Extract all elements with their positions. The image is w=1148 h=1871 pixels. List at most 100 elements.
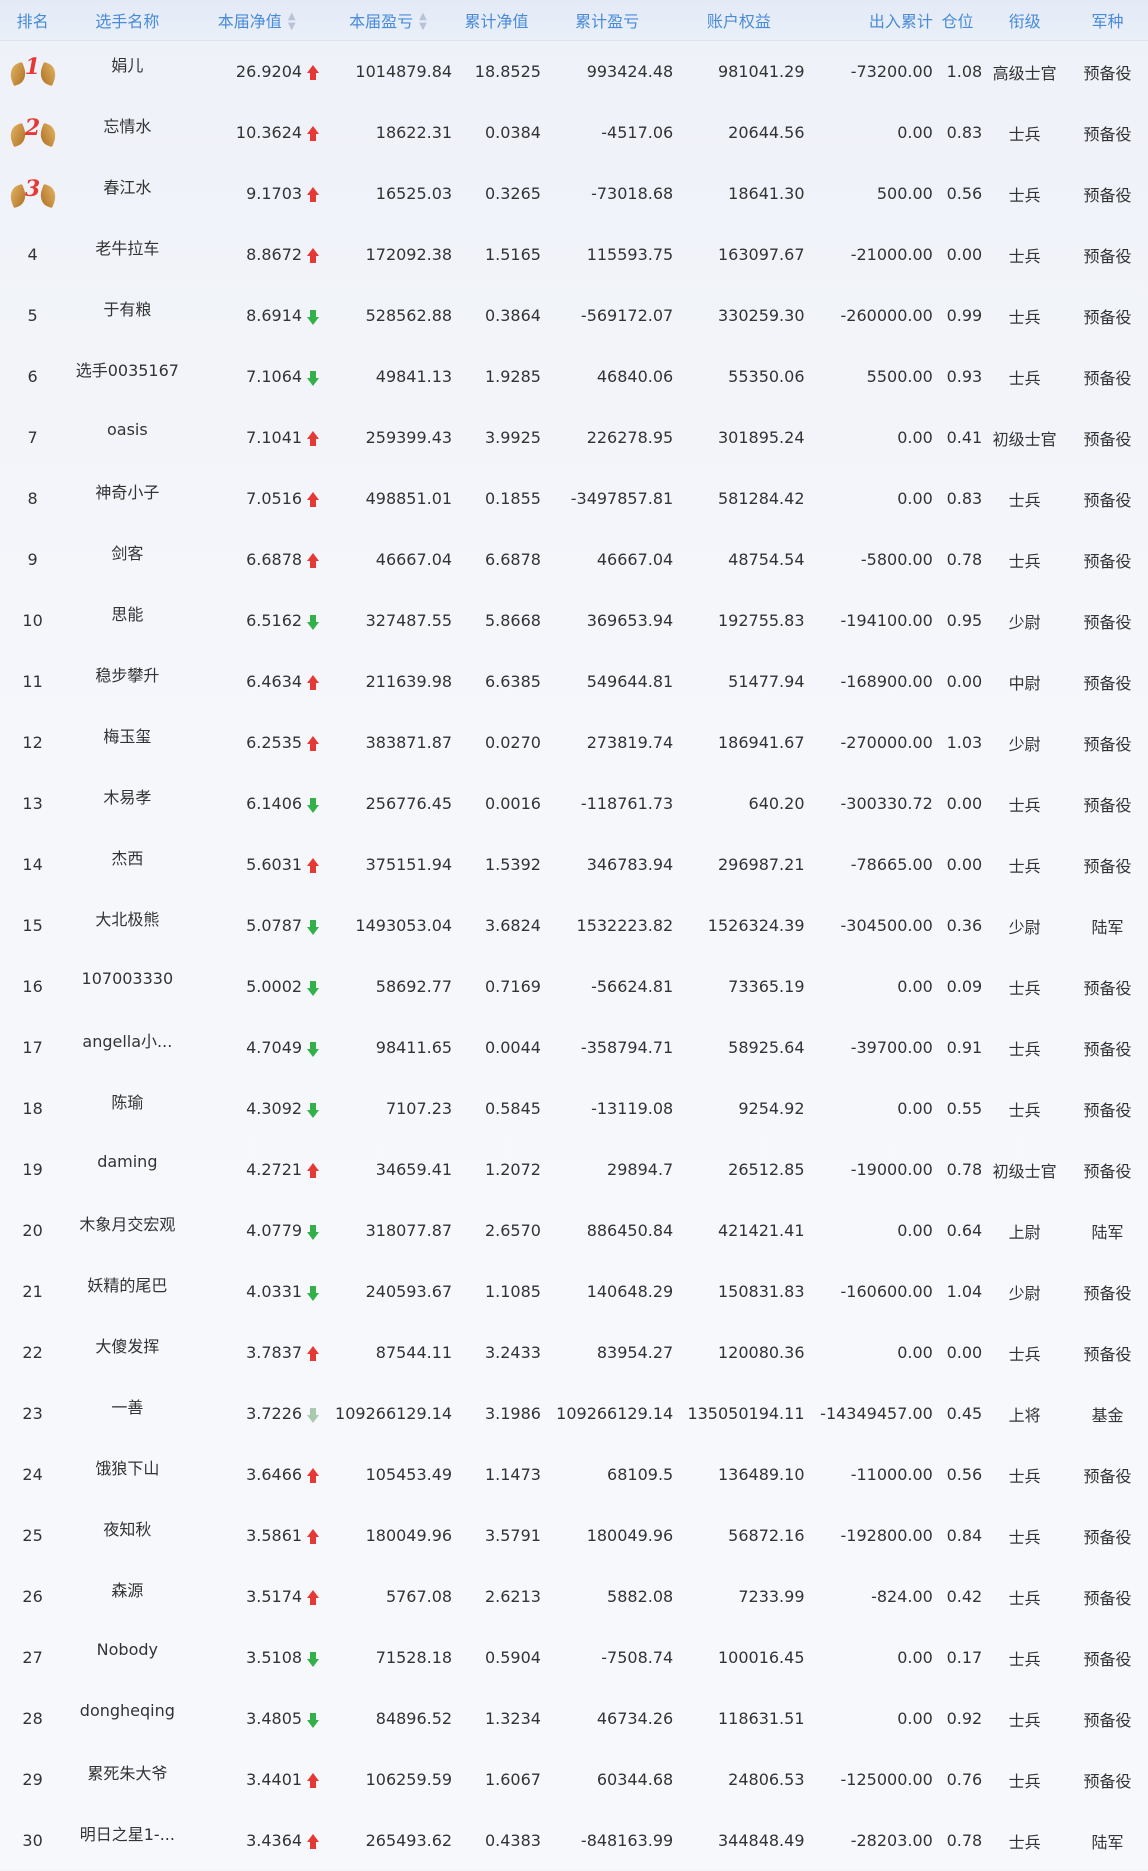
header-flow[interactable]: 出入累计: [805, 8, 933, 32]
player-name-link[interactable]: 大傻发挥: [65, 1333, 189, 1357]
player-name-link[interactable]: daming: [65, 1152, 189, 1171]
table-row[interactable]: 1 娟儿 26.9204 1014879.84 18.8525 993424.48 9810…: [0, 41, 1148, 102]
player-name-link[interactable]: 稳步攀升: [65, 662, 189, 686]
flow-cell: 500.00: [876, 184, 933, 203]
table-row[interactable]: 11 稳步攀升 6.4634 211639.98 6.6385 549644.81 5147…: [0, 651, 1148, 712]
total-nav-cell: 3.5791: [484, 1526, 541, 1545]
player-name-link[interactable]: 选手0035167: [65, 357, 189, 381]
level-cell: 士兵: [1008, 1649, 1041, 1669]
player-name-link[interactable]: dongheqing: [65, 1701, 189, 1720]
table-row[interactable]: 3 春江水 9.1703 16525.03 0.3265 -73018.68 18641.3…: [0, 163, 1148, 224]
sort-icon[interactable]: ▲ ▼: [288, 12, 296, 32]
player-name-link[interactable]: 107003330: [65, 969, 189, 988]
table-row[interactable]: 26 森源 3.5174 5767.08 2.6213 5882.08 7233.99 -82…: [0, 1566, 1148, 1627]
table-row[interactable]: 27 Nobody 3.5108 71528.18 0.5904 -7508.74 1000…: [0, 1627, 1148, 1688]
header-total-pnl[interactable]: 累计盈亏: [541, 8, 673, 32]
current-pnl-cell: 105453.49: [365, 1465, 453, 1484]
header-position[interactable]: 仓位: [933, 8, 982, 32]
table-row[interactable]: 9 剑客 6.6878 46667.04 6.6878 46667.04 48754.54 -…: [0, 529, 1148, 590]
table-row[interactable]: 20 木象月交宏观 4.0779 318077.87 2.6570 886450.84 42…: [0, 1200, 1148, 1261]
player-name-link[interactable]: 木易孝: [65, 784, 189, 808]
player-name-link[interactable]: 于有粮: [65, 296, 189, 320]
medal-rank-number: 3: [24, 177, 41, 202]
player-name-link[interactable]: 一善: [65, 1394, 189, 1418]
table-row[interactable]: 12 梅玉玺 6.2535 383871.87 0.0270 273819.74 18694…: [0, 712, 1148, 773]
table-row[interactable]: 8 神奇小子 7.0516 498851.01 0.1855 -3497857.81 581…: [0, 468, 1148, 529]
total-nav-cell: 0.4383: [484, 1831, 541, 1850]
trend-cell: [302, 1221, 324, 1240]
table-row[interactable]: 28 dongheqing 3.4805 84896.52 1.3234 46734.26…: [0, 1688, 1148, 1749]
player-name-link[interactable]: 明日之星1-...: [65, 1821, 189, 1845]
total-pnl-cell: 273819.74: [586, 733, 674, 752]
table-row[interactable]: 13 木易孝 6.1406 256776.45 0.0016 -118761.73 640.…: [0, 773, 1148, 834]
table-row[interactable]: 18 陈瑜 4.3092 7107.23 0.5845 -13119.08 9254.92 0…: [0, 1078, 1148, 1139]
player-name-link[interactable]: 夜知秋: [65, 1516, 189, 1540]
player-name-link[interactable]: Nobody: [65, 1640, 189, 1659]
header-current-pnl[interactable]: 本届盈亏 ▲ ▼: [324, 8, 452, 33]
position-cell: 0.41: [946, 428, 983, 447]
player-name-link[interactable]: 娟儿: [65, 52, 189, 76]
flow-cell: -194100.00: [840, 611, 933, 630]
sort-icon[interactable]: ▲ ▼: [419, 12, 427, 32]
level-cell: 少尉: [1008, 917, 1041, 937]
header-name[interactable]: 选手名称: [65, 8, 189, 32]
player-name-link[interactable]: 陈瑜: [65, 1089, 189, 1113]
table-row[interactable]: 15 大北极熊 5.0787 1493053.04 3.6824 1532223.82 15…: [0, 895, 1148, 956]
player-name-link[interactable]: 忘情水: [65, 113, 189, 137]
player-name-link[interactable]: 杰西: [65, 845, 189, 869]
table-row[interactable]: 30 明日之星1-... 3.4364 265493.62 0.4383 -848163.…: [0, 1810, 1148, 1871]
player-name-link[interactable]: 梅玉玺: [65, 723, 189, 747]
table-row[interactable]: 23 一善 3.7226 109266129.14 3.1986 109266129.14…: [0, 1383, 1148, 1444]
trend-cell: [302, 1587, 324, 1606]
header-arm[interactable]: 军种: [1067, 8, 1148, 32]
player-name-link[interactable]: 森源: [65, 1577, 189, 1601]
flow-cell: -11000.00: [850, 1465, 933, 1484]
trend-cell: [302, 428, 324, 447]
player-name-link[interactable]: 神奇小子: [65, 479, 189, 503]
player-name-link[interactable]: 妖精的尾巴: [65, 1272, 189, 1296]
table-row[interactable]: 21 妖精的尾巴 4.0331 240593.67 1.1085 140648.29 150…: [0, 1261, 1148, 1322]
total-pnl-cell: 549644.81: [586, 672, 674, 691]
table-row[interactable]: 6 选手0035167 7.1064 49841.13 1.9285 46840.06 55…: [0, 346, 1148, 407]
player-name-link[interactable]: 饿狼下山: [65, 1455, 189, 1479]
table-row[interactable]: 10 思能 6.5162 327487.55 5.8668 369653.94 192755…: [0, 590, 1148, 651]
table-row[interactable]: 2 忘情水 10.3624 18622.31 0.0384 -4517.06 20644.5…: [0, 102, 1148, 163]
header-total-nav[interactable]: 累计净值: [452, 8, 541, 32]
table-row[interactable]: 19 daming 4.2721 34659.41 1.2072 29894.7 26512…: [0, 1139, 1148, 1200]
header-equity[interactable]: 账户权益: [673, 8, 804, 32]
header-total-pnl-label: 累计盈亏: [575, 12, 640, 31]
level-cell: 士兵: [1008, 246, 1041, 266]
table-row[interactable]: 22 大傻发挥 3.7837 87544.11 3.2433 83954.27 120080…: [0, 1322, 1148, 1383]
total-pnl-cell: -4517.06: [601, 123, 674, 142]
arrow-up-icon: [306, 674, 320, 691]
player-name-link[interactable]: 剑客: [65, 540, 189, 564]
table-row[interactable]: 16 107003330 5.0002 58692.77 0.7169 -56624.81…: [0, 956, 1148, 1017]
table-row[interactable]: 4 老牛拉车 8.8672 172092.38 1.5165 115593.75 16309…: [0, 224, 1148, 285]
player-name-link[interactable]: angella小...: [65, 1028, 189, 1052]
player-name-link[interactable]: oasis: [65, 420, 189, 439]
player-name-link[interactable]: 大北极熊: [65, 906, 189, 930]
table-row[interactable]: 17 angella小... 4.7049 98411.65 0.0044 -358794…: [0, 1017, 1148, 1078]
rank-number: 27: [22, 1648, 43, 1667]
total-pnl-cell: 46667.04: [596, 550, 674, 569]
player-name-link[interactable]: 思能: [65, 601, 189, 625]
table-row[interactable]: 5 于有粮 8.6914 528562.88 0.3864 -569172.07 33025…: [0, 285, 1148, 346]
trend-cell: [302, 1282, 324, 1301]
table-row[interactable]: 25 夜知秋 3.5861 180049.96 3.5791 180049.96 56872…: [0, 1505, 1148, 1566]
rank-cell: 19: [0, 1160, 65, 1179]
header-level[interactable]: 衔级: [982, 8, 1067, 32]
player-name-link[interactable]: 木象月交宏观: [65, 1211, 189, 1235]
total-nav-cell: 1.1085: [484, 1282, 541, 1301]
player-name-link[interactable]: 春江水: [65, 174, 189, 198]
flow-cell: -5800.00: [860, 550, 933, 569]
total-pnl-cell: 346783.94: [586, 855, 674, 874]
player-name-link[interactable]: 老牛拉车: [65, 235, 189, 259]
header-rank[interactable]: 排名: [0, 8, 65, 32]
table-row[interactable]: 24 饿狼下山 3.6466 105453.49 1.1473 68109.5 136489…: [0, 1444, 1148, 1505]
medal-rank-number: 1: [24, 55, 41, 80]
player-name-link[interactable]: 累死朱大爷: [65, 1760, 189, 1784]
table-row[interactable]: 7 oasis 7.1041 259399.43 3.9925 226278.95 3018…: [0, 407, 1148, 468]
header-current-nav[interactable]: 本届净值 ▲ ▼: [190, 8, 324, 33]
table-row[interactable]: 29 累死朱大爷 3.4401 106259.59 1.6067 60344.68 2480…: [0, 1749, 1148, 1810]
table-row[interactable]: 14 杰西 5.6031 375151.94 1.5392 346783.94 296987…: [0, 834, 1148, 895]
